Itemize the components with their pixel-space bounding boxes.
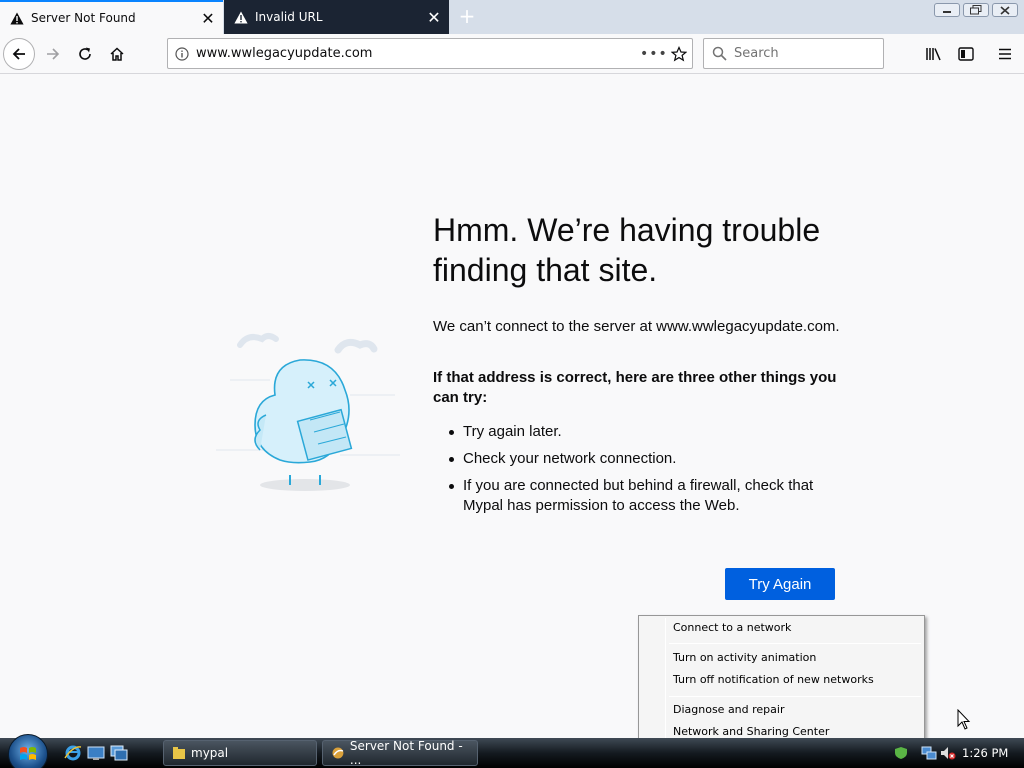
sidebar-button[interactable] [950, 38, 982, 70]
home-button[interactable] [101, 38, 133, 70]
menu-item-diagnose-repair[interactable]: Diagnose and repair [673, 700, 918, 720]
home-icon [110, 47, 124, 61]
reload-button[interactable] [69, 38, 101, 70]
suggestions-list: Try again later. Check your network conn… [448, 422, 848, 523]
warning-icon [234, 10, 248, 24]
url-text[interactable]: www.wwlegacyupdate.com [196, 46, 640, 61]
menu-separator [669, 696, 921, 697]
taskbar: mypal Server Not Found - ... 1:26 PM [0, 734, 1024, 768]
error-title-line: finding that site. [433, 252, 658, 288]
show-desktop-icon[interactable] [87, 744, 105, 762]
security-shield-icon[interactable] [894, 746, 908, 760]
bookmark-star-icon[interactable] [666, 45, 692, 62]
hamburger-menu-icon [999, 48, 1011, 60]
taskbar-button-mypal[interactable]: mypal [163, 740, 317, 766]
menu-button[interactable] [989, 38, 1021, 70]
url-bar[interactable]: www.wwlegacyupdate.com ••• [167, 38, 693, 69]
reload-icon [79, 47, 91, 60]
error-description: We can’t connect to the server at www.ww… [433, 318, 840, 335]
tab-label: Server Not Found [31, 11, 136, 25]
taskbar-button-label: Server Not Found - ... [349, 739, 463, 767]
tab-label: Invalid URL [255, 10, 323, 24]
forward-arrow-icon [47, 48, 60, 60]
back-arrow-icon [12, 48, 25, 60]
menu-item-activity-animation[interactable]: Turn on activity animation [673, 648, 918, 668]
error-suggestions-heading: If that address is correct, here are thr… [433, 368, 843, 408]
suggestion-item: If you are connected but behind a firewa… [448, 476, 848, 516]
tab-strip: Server Not Found ✕ Invalid URL ✕ + [0, 0, 1024, 34]
volume-muted-icon[interactable] [940, 745, 956, 761]
error-title: Hmm. We’re having trouble finding that s… [433, 210, 863, 290]
close-tab-icon[interactable]: ✕ [193, 9, 223, 28]
new-tab-button[interactable]: + [456, 4, 478, 28]
close-tab-icon[interactable]: ✕ [419, 8, 449, 27]
taskbar-button-browser[interactable]: Server Not Found - ... [322, 739, 478, 767]
search-input[interactable] [734, 46, 874, 61]
forward-button[interactable] [37, 38, 69, 70]
warning-icon [10, 11, 24, 25]
suggestion-item: Try again later. [448, 422, 848, 442]
folder-icon [173, 747, 185, 759]
network-icon[interactable] [921, 745, 937, 761]
suggestion-item: Check your network connection. [448, 449, 848, 469]
internet-explorer-icon[interactable] [64, 744, 82, 762]
try-again-button[interactable]: Try Again [725, 568, 835, 600]
subhead-line: can try: [433, 389, 488, 406]
navigation-toolbar: www.wwlegacyupdate.com ••• [0, 34, 1024, 74]
network-context-menu: Connect to a network Turn on activity an… [638, 615, 925, 745]
menu-separator [669, 643, 921, 644]
error-title-line: Hmm. We’re having trouble [433, 212, 821, 248]
taskbar-clock[interactable]: 1:26 PM [962, 738, 1008, 768]
site-info-icon[interactable] [168, 46, 196, 61]
search-bar[interactable] [703, 38, 884, 69]
menu-gutter [665, 618, 666, 742]
restore-button[interactable] [963, 3, 989, 17]
search-icon [704, 46, 734, 61]
close-window-button[interactable] [992, 3, 1018, 17]
tab-server-not-found[interactable]: Server Not Found ✕ [0, 0, 223, 34]
subhead-line: If that address is correct, here are thr… [433, 369, 837, 386]
taskbar-button-label: mypal [191, 746, 229, 760]
library-icon [926, 48, 941, 61]
mouse-cursor-icon [957, 709, 971, 730]
error-illustration [210, 320, 410, 495]
tab-invalid-url[interactable]: Invalid URL ✕ [224, 0, 449, 34]
start-button[interactable] [8, 734, 48, 768]
menu-item-notifications[interactable]: Turn off notification of new networks [673, 670, 918, 690]
back-button[interactable] [3, 38, 35, 70]
page-actions-icon[interactable]: ••• [640, 46, 667, 62]
mypal-browser-icon [332, 747, 344, 759]
switch-windows-icon[interactable] [110, 744, 128, 762]
sidebar-icon [958, 47, 974, 61]
library-button[interactable] [918, 38, 950, 70]
windows-logo-icon [20, 747, 36, 760]
minimize-button[interactable] [934, 3, 960, 17]
menu-item-connect-to-network[interactable]: Connect to a network [673, 618, 918, 638]
